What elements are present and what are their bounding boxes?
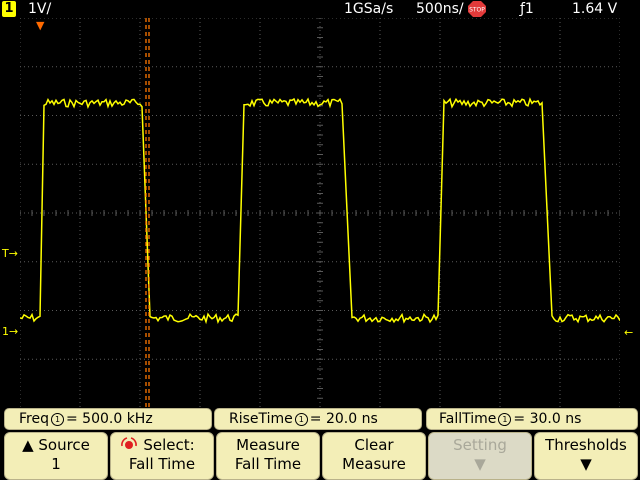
measure-softkey-value: Fall Time	[234, 455, 302, 473]
rise-source: 1	[294, 413, 308, 426]
source-softkey[interactable]: ▲ Source 1	[4, 432, 108, 480]
measure-falltime-softkey[interactable]: Measure Fall Time	[216, 432, 320, 480]
thresholds-down-arrow-icon: ▼	[580, 455, 592, 473]
run-state: STOP	[469, 7, 485, 14]
channel-badge[interactable]: 1	[2, 1, 16, 17]
rise-label: RiseTime	[229, 411, 293, 427]
trigger-source: ƒ1	[520, 1, 534, 17]
setting-softkey: Setting ▼	[428, 432, 532, 480]
source-softkey-value: 1	[51, 455, 61, 473]
falltime-measurement[interactable]: FallTime 1 = 30.0 ns	[426, 408, 638, 430]
setting-softkey-label: Setting	[453, 436, 507, 454]
trigger-level-marker[interactable]: T→	[2, 248, 18, 259]
waveform-display[interactable]	[20, 18, 620, 408]
trigger-position-marker[interactable]: ▼	[36, 20, 44, 31]
select-softkey-value: Fall Time	[128, 455, 196, 473]
thresholds-softkey[interactable]: Thresholds ▼	[534, 432, 638, 480]
fall-label: FallTime	[439, 411, 497, 427]
status-bar: 1 1V/ 1GSa/s 500ns/ STOP ƒ1 1.64 V	[0, 0, 640, 18]
freq-measurement[interactable]: Freq 1 = 500.0 kHz	[4, 408, 212, 430]
freq-value: = 500.0 kHz	[65, 411, 153, 427]
fall-source: 1	[498, 413, 512, 426]
timebase: 500ns/	[416, 1, 464, 17]
right-ground-marker: ←	[624, 326, 634, 339]
clear-measure-softkey[interactable]: Clear Measure	[322, 432, 426, 480]
select-softkey-label: Select:	[143, 436, 195, 454]
freq-label: Freq	[19, 411, 49, 427]
graticule	[20, 18, 620, 408]
clear-softkey-value: Measure	[342, 455, 406, 473]
volts-per-div: 1V/	[28, 1, 52, 17]
fall-value: = 30.0 ns	[513, 411, 582, 427]
thresholds-softkey-label: Thresholds	[545, 436, 627, 454]
rise-value: = 20.0 ns	[309, 411, 378, 427]
sample-rate: 1GSa/s	[344, 1, 394, 17]
risetime-measurement[interactable]: RiseTime 1 = 20.0 ns	[214, 408, 422, 430]
source-softkey-label: ▲ Source	[22, 436, 90, 454]
setting-down-arrow-icon: ▼	[474, 455, 486, 473]
entry-knob-icon	[119, 435, 139, 457]
ground-marker[interactable]: 1→	[2, 326, 18, 337]
trigger-level: 1.64 V	[572, 1, 618, 17]
measurement-bar: Freq 1 = 500.0 kHz RiseTime 1 = 20.0 ns Fall…	[0, 407, 640, 430]
stop-icon: STOP	[468, 1, 486, 17]
select-softkey[interactable]: Select: Fall Time	[110, 432, 214, 480]
freq-source: 1	[50, 413, 64, 426]
softkey-bar: ▲ Source 1 Select: Fall Time Measure Fal…	[0, 431, 640, 480]
measure-softkey-label: Measure	[236, 436, 300, 454]
clear-softkey-label: Clear	[354, 436, 394, 454]
